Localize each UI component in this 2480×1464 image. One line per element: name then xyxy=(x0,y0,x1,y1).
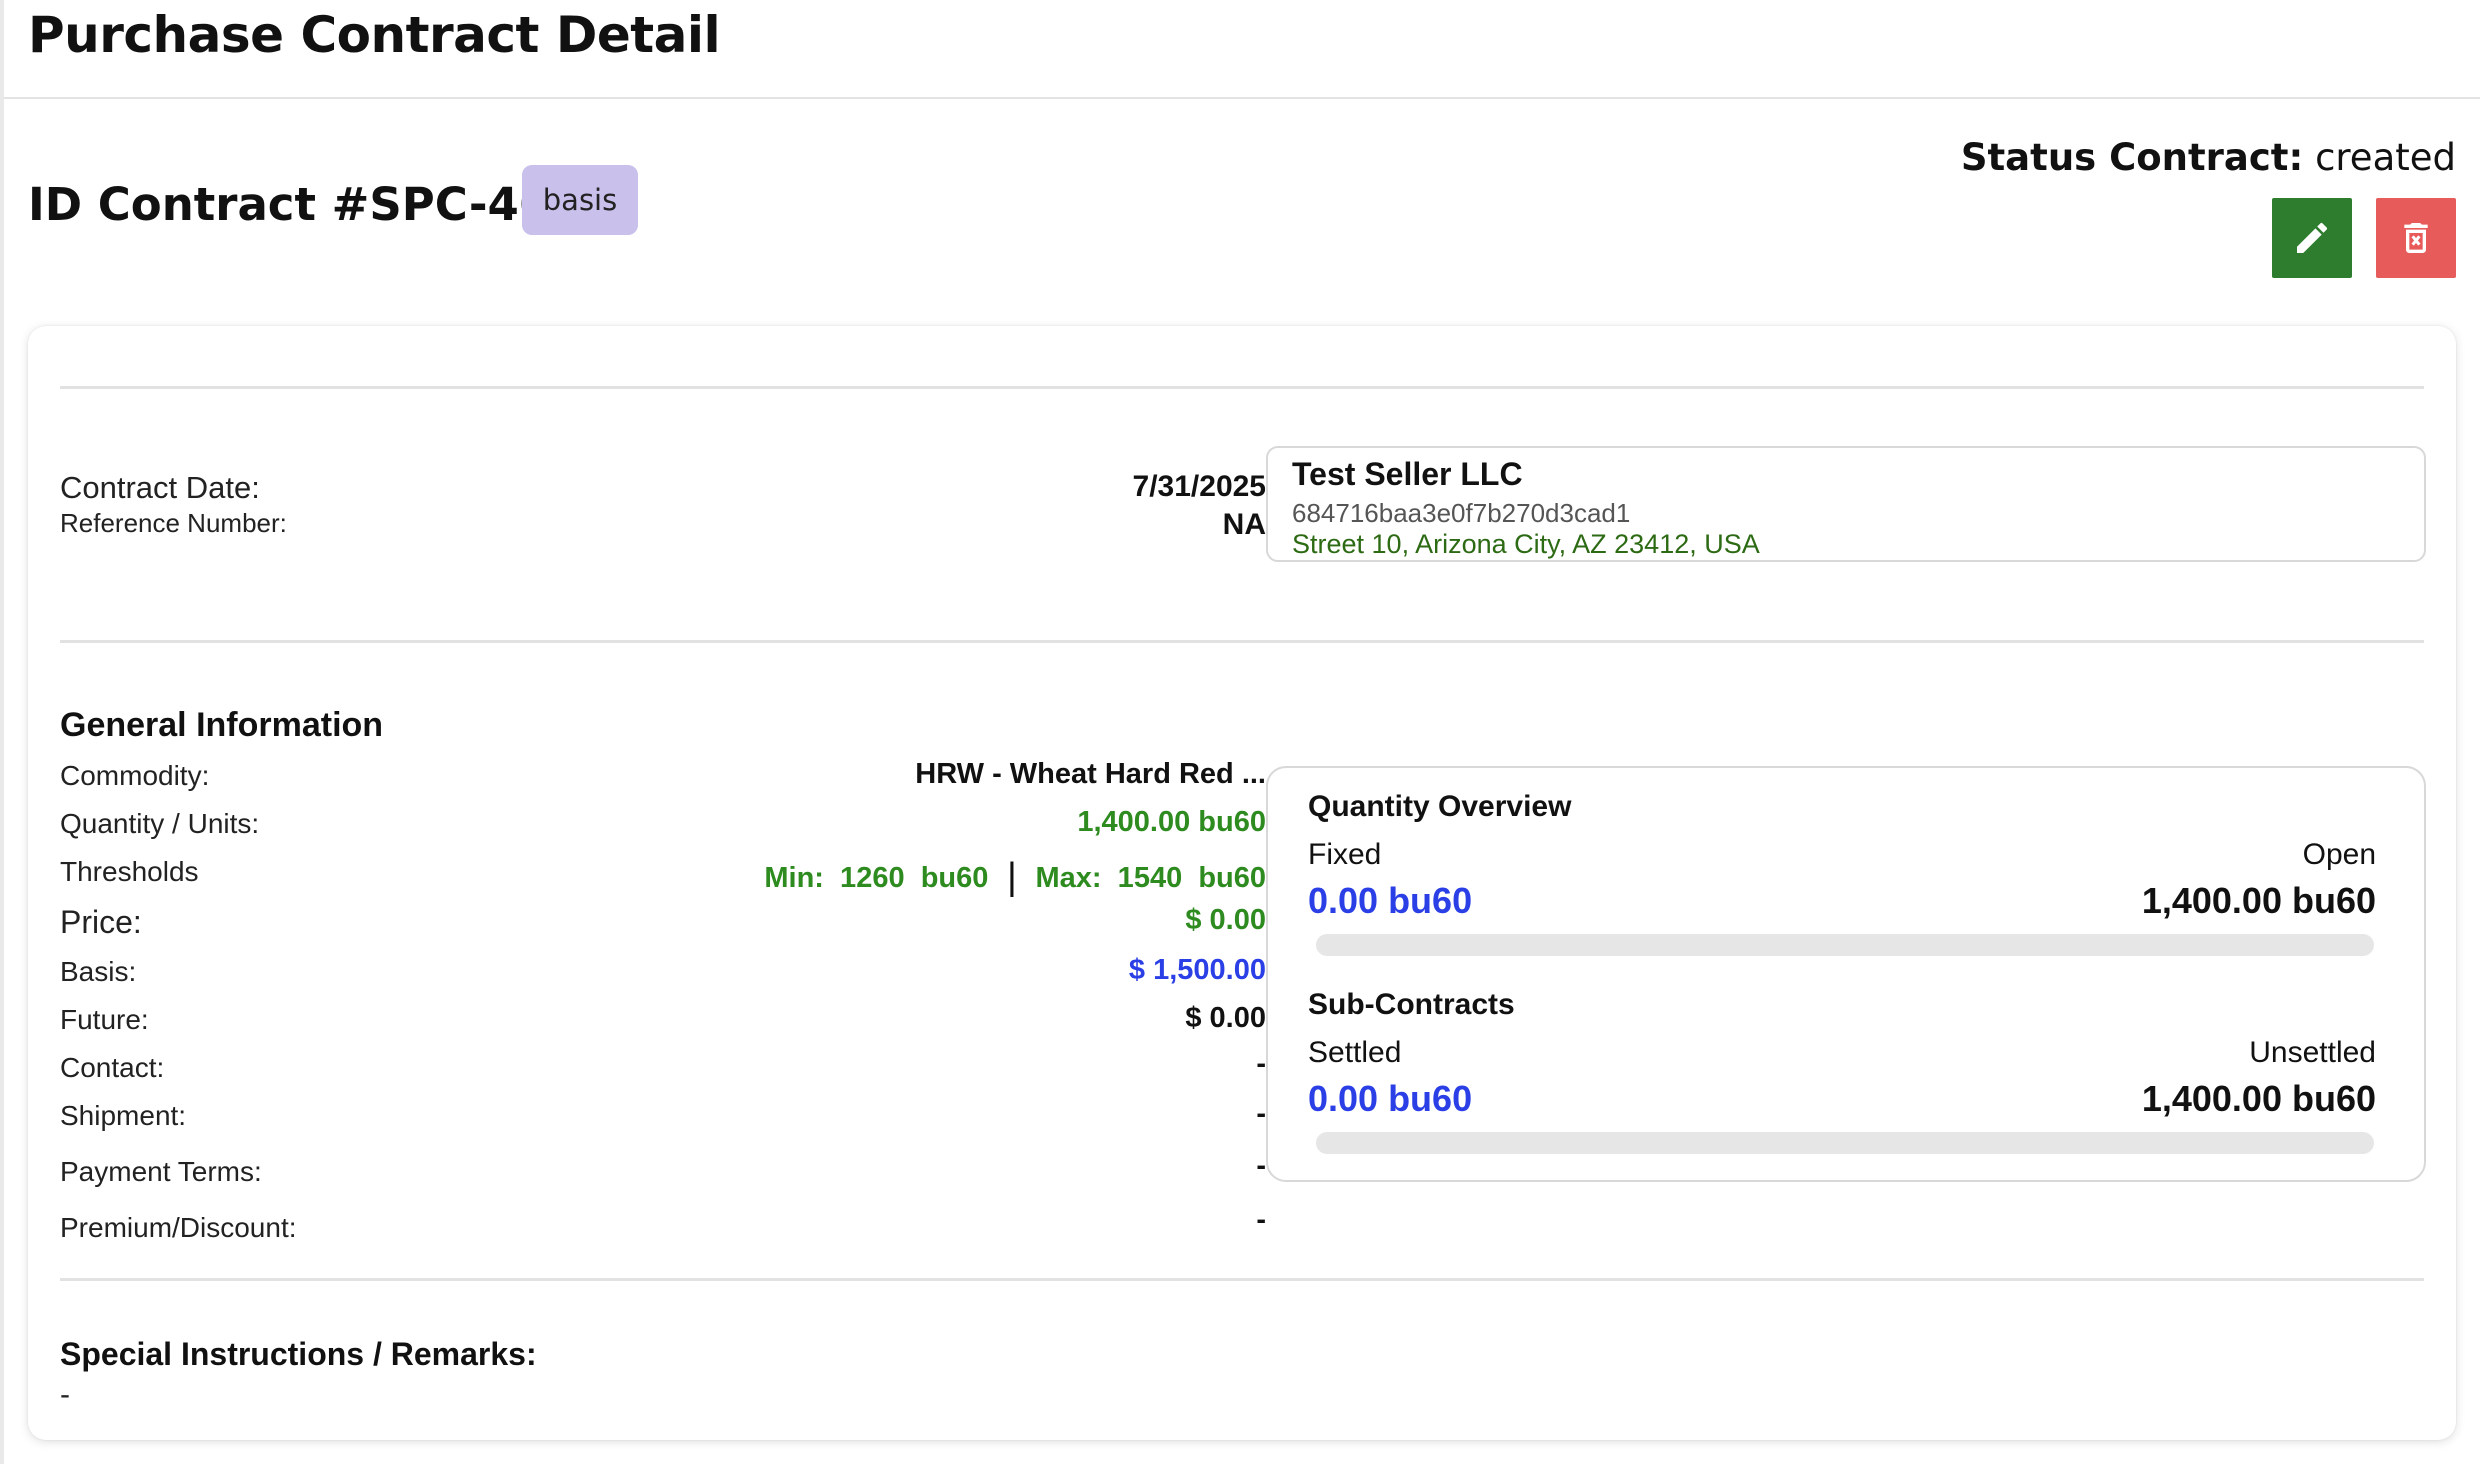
shipment-label: Shipment: xyxy=(60,1100,187,1131)
contract-type-badge: basis xyxy=(522,165,638,235)
premium-discount-value: - xyxy=(1256,1204,1266,1236)
contract-id: ID Contract #SPC-46 xyxy=(28,178,551,231)
contract-date-value: 7/31/2025 xyxy=(1132,470,1266,503)
contract-status: Status Contract: created xyxy=(1961,136,2456,179)
fixed-label: Fixed xyxy=(1308,838,1382,871)
divider xyxy=(60,640,2424,643)
settled-label: Settled xyxy=(1308,1036,1402,1069)
thresholds-max: Max: 1540 bu60 xyxy=(1035,862,1267,894)
thresholds-min: Min: 1260 bu60 xyxy=(764,862,989,894)
sub-contracts-progress-bar xyxy=(1316,1132,2374,1154)
seller-name: Test Seller LLC xyxy=(1292,456,1523,492)
open-label: Open xyxy=(2302,838,2376,871)
status-value: created xyxy=(2315,136,2456,179)
unsettled-label: Unsettled xyxy=(2249,1036,2376,1069)
quantity-overview-title: Quantity Overview xyxy=(1308,790,1572,823)
reference-number-label: Reference Number: xyxy=(60,508,287,538)
contact-value: - xyxy=(1256,1048,1266,1080)
contract-date-label: Contract Date: xyxy=(60,470,260,505)
payment-terms-label: Payment Terms: xyxy=(60,1156,262,1187)
quantity-value: 1,400.00 bu60 xyxy=(1077,806,1266,838)
payment-terms-value: - xyxy=(1256,1150,1266,1182)
premium-discount-label: Premium/Discount: xyxy=(60,1212,297,1243)
thresholds-value: Min: 1260 bu60 | Max: 1540 bu60 xyxy=(764,856,1267,898)
contact-label: Contact: xyxy=(60,1052,165,1083)
quantity-progress-bar xyxy=(1316,934,2374,956)
contract-card: Contract Date: 7/31/2025 Reference Numbe… xyxy=(28,326,2456,1440)
price-value: $ 0.00 xyxy=(1185,904,1266,936)
price-label: Price: xyxy=(60,904,142,940)
unsettled-value: 1,400.00 bu60 xyxy=(2141,1078,2376,1119)
divider xyxy=(60,1278,2424,1281)
commodity-value: HRW - Wheat Hard Red ... xyxy=(915,758,1266,790)
thresholds-label: Thresholds xyxy=(60,856,199,887)
quantity-overview-card: Quantity Overview Fixed Open 0.00 bu60 1… xyxy=(1266,766,2426,1182)
basis-label: Basis: xyxy=(60,956,137,987)
fixed-value: 0.00 bu60 xyxy=(1308,880,1473,921)
remarks-value: - xyxy=(60,1378,70,1411)
open-value: 1,400.00 bu60 xyxy=(2141,880,2376,921)
shipment-value: - xyxy=(1256,1098,1266,1130)
delete-button[interactable] xyxy=(2376,198,2456,278)
future-value: $ 0.00 xyxy=(1185,1002,1266,1034)
status-label: Status Contract: xyxy=(1960,136,2304,179)
page-title: Purchase Contract Detail xyxy=(28,6,721,64)
page-left-border xyxy=(0,0,4,1464)
divider xyxy=(60,386,2424,389)
reference-number-value: NA xyxy=(1222,508,1266,541)
seller-id: 684716baa3e0f7b270d3cad1 xyxy=(1292,498,1631,528)
seller-card: Test Seller LLC 684716baa3e0f7b270d3cad1… xyxy=(1266,446,2426,562)
settled-value: 0.00 bu60 xyxy=(1308,1078,1473,1119)
future-label: Future: xyxy=(60,1004,149,1035)
trash-icon xyxy=(2404,223,2428,253)
general-info-title: General Information xyxy=(60,706,384,744)
sub-contracts-title: Sub-Contracts xyxy=(1308,988,1515,1021)
edit-button[interactable] xyxy=(2272,198,2352,278)
basis-value: $ 1,500.00 xyxy=(1128,954,1266,986)
seller-address: Street 10, Arizona City, AZ 23412, USA xyxy=(1292,529,1760,559)
remarks-title: Special Instructions / Remarks: xyxy=(60,1336,537,1372)
quantity-label: Quantity / Units: xyxy=(60,808,260,839)
commodity-label: Commodity: xyxy=(60,760,210,791)
pencil-icon xyxy=(2297,222,2328,253)
header-divider xyxy=(4,97,2480,99)
